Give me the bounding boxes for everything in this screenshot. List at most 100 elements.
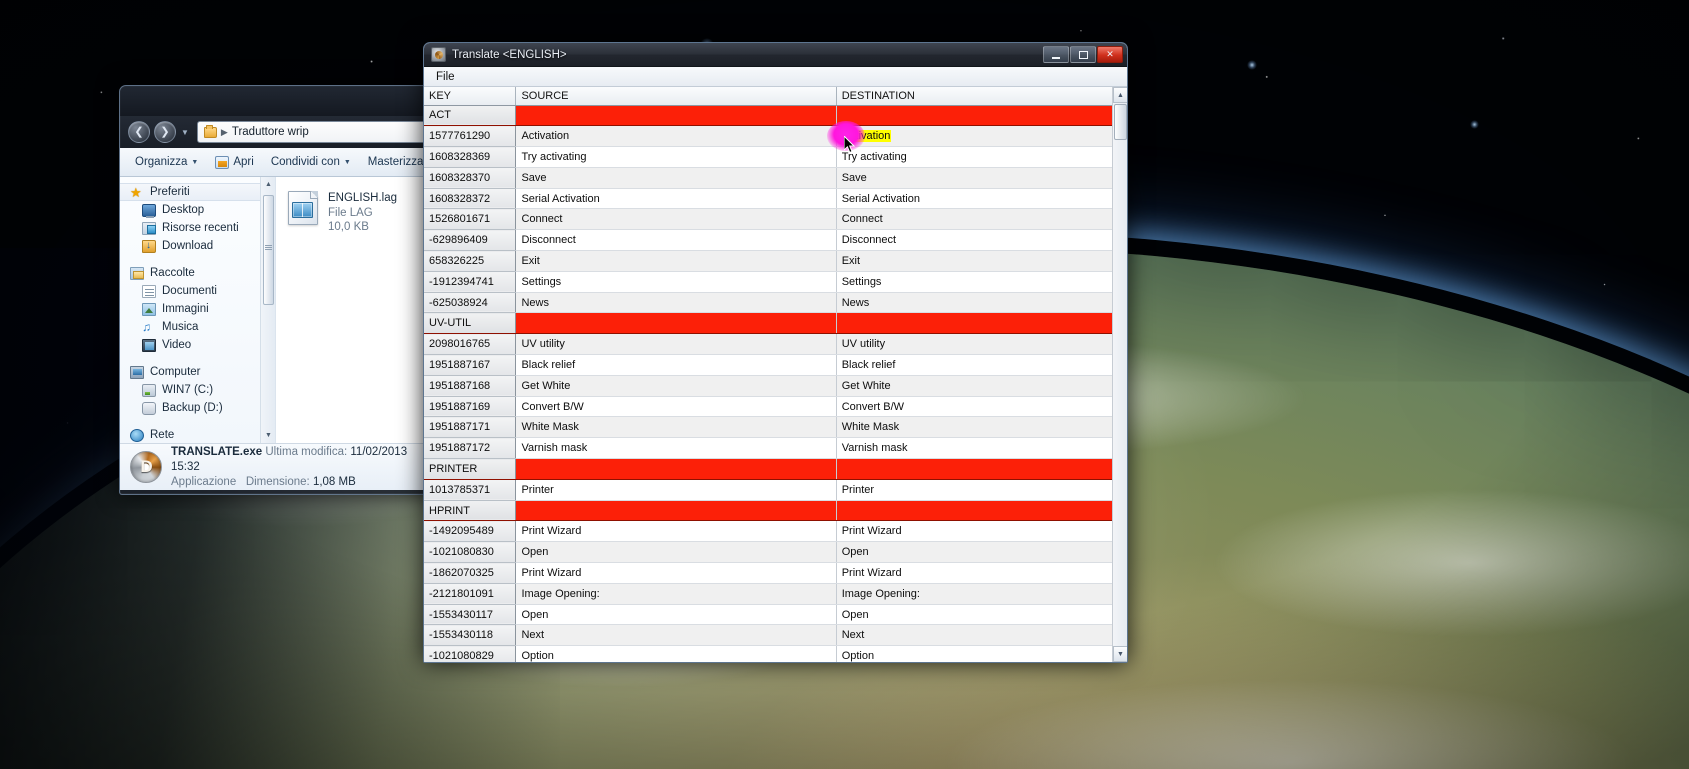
recent-locations-dropdown-icon[interactable]: ▼ — [181, 128, 189, 137]
toolbar-condividi-con-button[interactable]: Condividi con ▼ — [264, 153, 358, 171]
grid-section-row[interactable]: HPRINT — [424, 500, 1127, 522]
scrollbar-thumb[interactable] — [263, 195, 274, 305]
cell-source[interactable]: News — [515, 292, 837, 314]
sidebar-item-backup-d[interactable]: Backup (D:) — [120, 399, 275, 417]
toolbar-organizza-button[interactable]: Organizza ▼ — [128, 153, 205, 171]
column-header-key[interactable]: KEY — [424, 87, 517, 106]
cell-source[interactable]: Black relief — [515, 354, 837, 376]
explorer-title-bar[interactable] — [120, 86, 440, 116]
cell-source[interactable]: Save — [515, 167, 837, 189]
cell-key[interactable]: -1021080830 — [424, 541, 517, 564]
back-button[interactable]: ❮ — [128, 121, 150, 143]
cell-key[interactable]: 1951887169 — [424, 396, 517, 418]
sidebar-item-desktop[interactable]: Desktop — [120, 201, 275, 219]
column-header-destination[interactable]: DESTINATION — [836, 87, 1127, 106]
cell-key[interactable]: 658326225 — [424, 250, 517, 272]
table-row[interactable]: -1553430118 Next Next — [424, 624, 1127, 647]
toolbar-masterizza-button[interactable]: Masterizza — [361, 153, 431, 171]
cell-destination[interactable] — [836, 500, 1127, 522]
cell-destination[interactable]: Activation — [836, 125, 1127, 148]
grid-section-row[interactable]: ACT — [424, 105, 1127, 127]
cell-key[interactable]: 1951887171 — [424, 416, 517, 439]
cell-source[interactable]: Next — [515, 624, 837, 647]
cell-key[interactable]: 1951887172 — [424, 437, 517, 460]
grid-section-row[interactable]: PRINTER — [424, 458, 1127, 480]
address-bar[interactable]: ▶ Traduttore wrip — [196, 121, 432, 143]
cell-key[interactable]: ACT — [424, 105, 517, 127]
cell-source[interactable]: Settings — [515, 271, 837, 293]
cell-source[interactable]: Open — [515, 541, 837, 564]
cell-destination[interactable]: Printer — [836, 479, 1127, 501]
cell-destination[interactable]: Try activating — [836, 146, 1127, 168]
cell-destination[interactable]: Next — [836, 624, 1127, 647]
table-row[interactable]: 1608328369 Try activating Try activating — [424, 146, 1127, 168]
cell-key[interactable]: 1951887167 — [424, 354, 517, 376]
table-row[interactable]: -1912394741 Settings Settings — [424, 271, 1127, 293]
cell-source[interactable]: Activation — [515, 125, 837, 148]
cell-destination[interactable]: White Mask — [836, 416, 1127, 439]
scroll-down-icon[interactable]: ▼ — [1113, 646, 1127, 662]
scrollbar-thumb[interactable] — [1114, 104, 1127, 140]
cell-key[interactable]: 1013785371 — [424, 479, 517, 501]
sidebar-item-musica[interactable]: ♫ Musica — [120, 318, 275, 336]
table-row[interactable]: -1021080829 Option Option — [424, 645, 1127, 662]
cell-destination[interactable] — [836, 312, 1127, 335]
cell-destination[interactable]: Image Opening: — [836, 583, 1127, 605]
table-row[interactable]: -625038924 News News — [424, 292, 1127, 314]
windows-explorer-window[interactable]: ❮ ❯ ▼ ▶ Traduttore wrip Organizza ▼ Apri… — [119, 85, 441, 495]
cell-key[interactable]: -629896409 — [424, 229, 517, 252]
table-row[interactable]: 1577761290 Activation Activation — [424, 125, 1127, 148]
cell-source[interactable] — [515, 458, 837, 480]
cell-destination[interactable]: Open — [836, 604, 1127, 626]
translate-window[interactable]: Translate <ENGLISH> ✕ File KEY SOURCE DE… — [423, 42, 1128, 663]
cell-key[interactable]: 1608328372 — [424, 188, 517, 210]
cell-source[interactable]: Disconnect — [515, 229, 837, 252]
cell-destination[interactable]: Option — [836, 645, 1127, 662]
file-item-english-lag[interactable]: ENGLISH.lag File LAG 10,0 KB — [288, 191, 440, 235]
maximize-button[interactable] — [1070, 46, 1096, 63]
cell-source[interactable]: Exit — [515, 250, 837, 272]
cell-destination[interactable]: Convert B/W — [836, 396, 1127, 418]
column-header-source[interactable]: SOURCE — [515, 87, 837, 106]
highlighted-destination-text[interactable]: Activation — [841, 130, 892, 143]
breadcrumb-current-folder[interactable]: Traduttore wrip — [232, 126, 309, 138]
cell-key[interactable]: 1608328370 — [424, 167, 517, 189]
cell-key[interactable]: 1608328369 — [424, 146, 517, 168]
scroll-down-icon[interactable]: ▼ — [261, 428, 275, 443]
cell-destination[interactable] — [836, 105, 1127, 127]
close-button[interactable]: ✕ — [1097, 46, 1123, 63]
sidebar-item-preferiti[interactable]: ★ Preferiti — [120, 183, 275, 201]
minimize-button[interactable] — [1043, 46, 1069, 63]
table-row[interactable]: 1608328370 Save Save — [424, 167, 1127, 189]
explorer-navigation-pane[interactable]: ★ Preferiti Desktop Risorse recenti Down… — [120, 177, 276, 443]
table-row[interactable]: -629896409 Disconnect Disconnect — [424, 229, 1127, 252]
menu-item-file[interactable]: File — [428, 69, 463, 85]
table-row[interactable]: 1951887171 White Mask White Mask — [424, 416, 1127, 439]
cell-key[interactable]: 1577761290 — [424, 125, 517, 148]
sidebar-item-computer[interactable]: Computer — [120, 363, 275, 381]
cell-source[interactable] — [515, 500, 837, 522]
cell-source[interactable] — [515, 312, 837, 335]
cell-key[interactable]: -1021080829 — [424, 645, 517, 662]
cell-destination[interactable] — [836, 458, 1127, 480]
forward-button[interactable]: ❯ — [154, 121, 176, 143]
table-row[interactable]: 1013785371 Printer Printer — [424, 479, 1127, 501]
cell-destination[interactable]: Print Wizard — [836, 520, 1127, 543]
cell-source[interactable]: White Mask — [515, 416, 837, 439]
scroll-up-icon[interactable]: ▲ — [261, 177, 275, 192]
cell-destination[interactable]: News — [836, 292, 1127, 314]
table-row[interactable]: 1608328372 Serial Activation Serial Activa… — [424, 188, 1127, 210]
cell-key[interactable]: -1862070325 — [424, 562, 517, 584]
sidebar-item-risorse-recenti[interactable]: Risorse recenti — [120, 219, 275, 237]
cell-destination[interactable]: Connect — [836, 208, 1127, 231]
table-row[interactable]: 1526801671 Connect Connect — [424, 208, 1127, 231]
table-row[interactable]: -2121801091 Image Opening: Image Opening: — [424, 583, 1127, 605]
cell-destination[interactable]: UV utility — [836, 333, 1127, 356]
cell-destination[interactable]: Varnish mask — [836, 437, 1127, 460]
cell-key[interactable]: HPRINT — [424, 500, 517, 522]
table-row[interactable]: 1951887168 Get White Get White — [424, 375, 1127, 397]
table-row[interactable]: 658326225 Exit Exit — [424, 250, 1127, 272]
cell-destination[interactable]: Black relief — [836, 354, 1127, 376]
cell-source[interactable]: Print Wizard — [515, 520, 837, 543]
cell-source[interactable]: Option — [515, 645, 837, 662]
